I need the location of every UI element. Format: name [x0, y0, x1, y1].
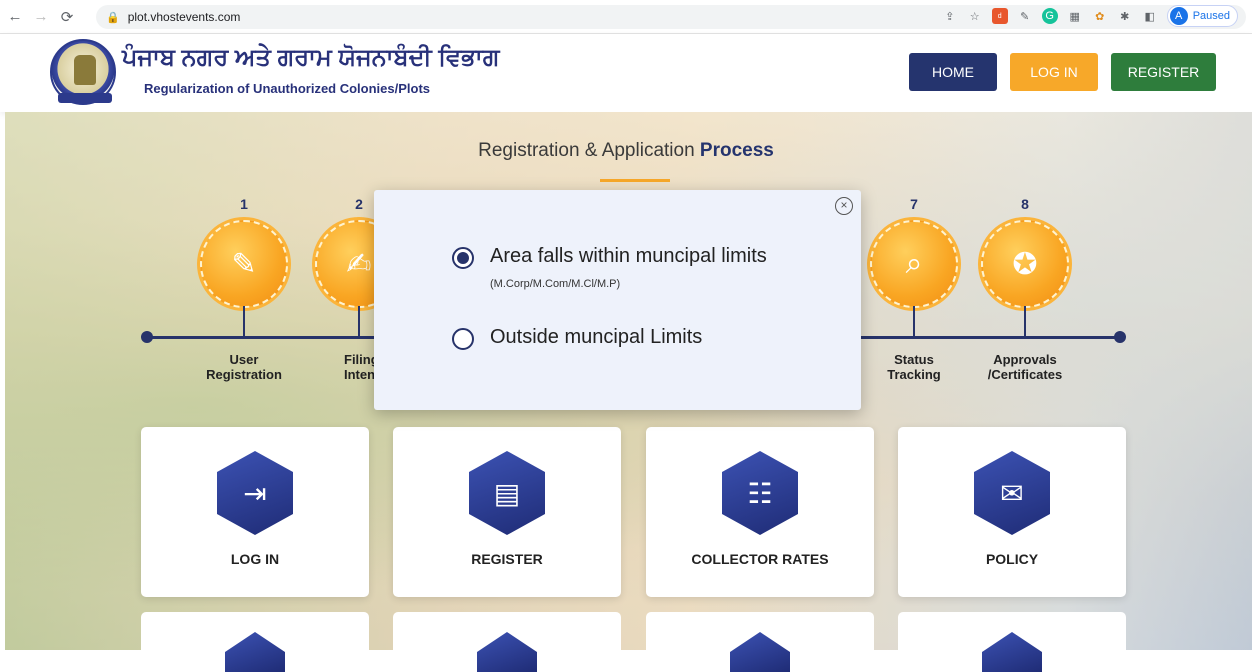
process-title-emphasis: Process	[699, 140, 774, 161]
step-number: 1	[240, 196, 248, 212]
card-label: COLLECTOR RATES	[691, 551, 829, 567]
reload-icon[interactable]: ⟳	[56, 6, 78, 28]
profile-button[interactable]: A Paused	[1166, 5, 1238, 27]
login-button[interactable]: LOG IN	[1010, 53, 1098, 91]
card-collector-rates[interactable]: ☷ COLLECTOR RATES	[646, 427, 874, 597]
card-label: LOG IN	[230, 551, 280, 567]
extensions-puzzle-icon[interactable]: ✱	[1117, 8, 1133, 24]
document-search-icon: ⌕	[870, 220, 958, 308]
profile-status: Paused	[1192, 10, 1230, 22]
card-partial[interactable]	[646, 612, 874, 672]
side-panel-icon[interactable]: ◧	[1142, 8, 1158, 24]
card-partial[interactable]	[393, 612, 621, 672]
card-partial[interactable]	[141, 612, 369, 672]
home-button[interactable]: HOME	[909, 53, 997, 91]
step-label: Approvals /Certificates	[987, 352, 1063, 382]
extension-bar: ⇪ ☆ d ✎ G ▦ ✿ ✱ ◧ A Paused	[942, 5, 1238, 27]
process-title-prefix: Registration & Application	[478, 140, 695, 161]
outside-limits-label[interactable]: Outside muncipal Limits	[490, 326, 702, 349]
avatar: A	[1169, 7, 1188, 25]
register-button[interactable]: REGISTER	[1111, 53, 1216, 91]
within-limits-radio[interactable]	[452, 247, 474, 269]
outside-limits-radio[interactable]	[452, 328, 474, 350]
process-title: Registration & Application Process	[0, 140, 1252, 162]
close-icon[interactable]: ×	[835, 197, 853, 215]
collector-badge-icon: ☷	[722, 451, 798, 535]
browser-toolbar: ← → ⟳ 🔒 plot.vhostevents.com ⇪ ☆ d ✎ G ▦…	[0, 0, 1252, 34]
card-register[interactable]: ▤ REGISTER	[393, 427, 621, 597]
extension-news-icon[interactable]: ▦	[1067, 8, 1083, 24]
back-arrow-icon[interactable]: ←	[4, 6, 26, 28]
policy-scroll-icon: ✉	[974, 451, 1050, 535]
url-text: plot.vhostevents.com	[127, 10, 241, 24]
extension-desc-icon[interactable]: d	[991, 8, 1008, 24]
form-edit-icon: ✎	[200, 220, 288, 308]
card-label: REGISTER	[471, 551, 543, 567]
step-number: 7	[910, 196, 918, 212]
step-number: 8	[1021, 196, 1029, 212]
certificate-icon: ✪	[981, 220, 1069, 308]
extension-grammarly-icon[interactable]: G	[1041, 8, 1058, 24]
timeline-start-dot	[141, 331, 153, 343]
login-arrow-icon: ⇥	[217, 451, 293, 535]
site-header: ਪੰਜਾਬ ਨਗਰ ਅਤੇ ਗਰਾਮ ਯੋਜਨਾਬੰਦੀ ਵਿਭਾਗ Regul…	[0, 34, 1252, 112]
card-policy[interactable]: ✉ POLICY	[898, 427, 1126, 597]
process-step: 8 ✪ Approvals /Certificates	[980, 196, 1070, 382]
register-document-icon: ▤	[469, 451, 545, 535]
process-step: 1 ✎ User Registration	[199, 196, 289, 382]
within-limits-sublabel: (M.Corp/M.Com/M.Cl/M.P)	[490, 278, 621, 290]
step-label: Status Tracking	[887, 352, 941, 382]
extension-eyedropper-icon[interactable]: ✎	[1017, 8, 1033, 24]
card-login[interactable]: ⇥ LOG IN	[141, 427, 369, 597]
punjab-emblem-logo	[50, 39, 116, 105]
site-subtitle: Regularization of Unauthorized Colonies/…	[144, 81, 431, 96]
within-limits-label[interactable]: Area falls within muncipal limits	[490, 245, 767, 268]
timeline-end-dot	[1114, 331, 1126, 343]
bookmark-star-icon[interactable]: ☆	[967, 8, 983, 24]
title-underline	[600, 179, 670, 182]
lock-icon: 🔒	[106, 11, 120, 24]
forward-arrow-icon[interactable]: →	[30, 6, 52, 28]
site-title: ਪੰਜਾਬ ਨਗਰ ਅਤੇ ਗਰਾਮ ਯੋਜਨਾਬੰਦੀ ਵਿਭਾਗ	[122, 44, 500, 71]
share-icon[interactable]: ⇪	[942, 8, 958, 24]
card-label: POLICY	[985, 551, 1039, 567]
card-partial[interactable]	[898, 612, 1126, 672]
process-step: 7 ⌕ Status Tracking	[869, 196, 959, 382]
step-label: User Registration	[206, 352, 282, 382]
extension-flower-icon[interactable]: ✿	[1092, 8, 1108, 24]
location-modal: × Area falls within muncipal limits (M.C…	[374, 190, 861, 410]
